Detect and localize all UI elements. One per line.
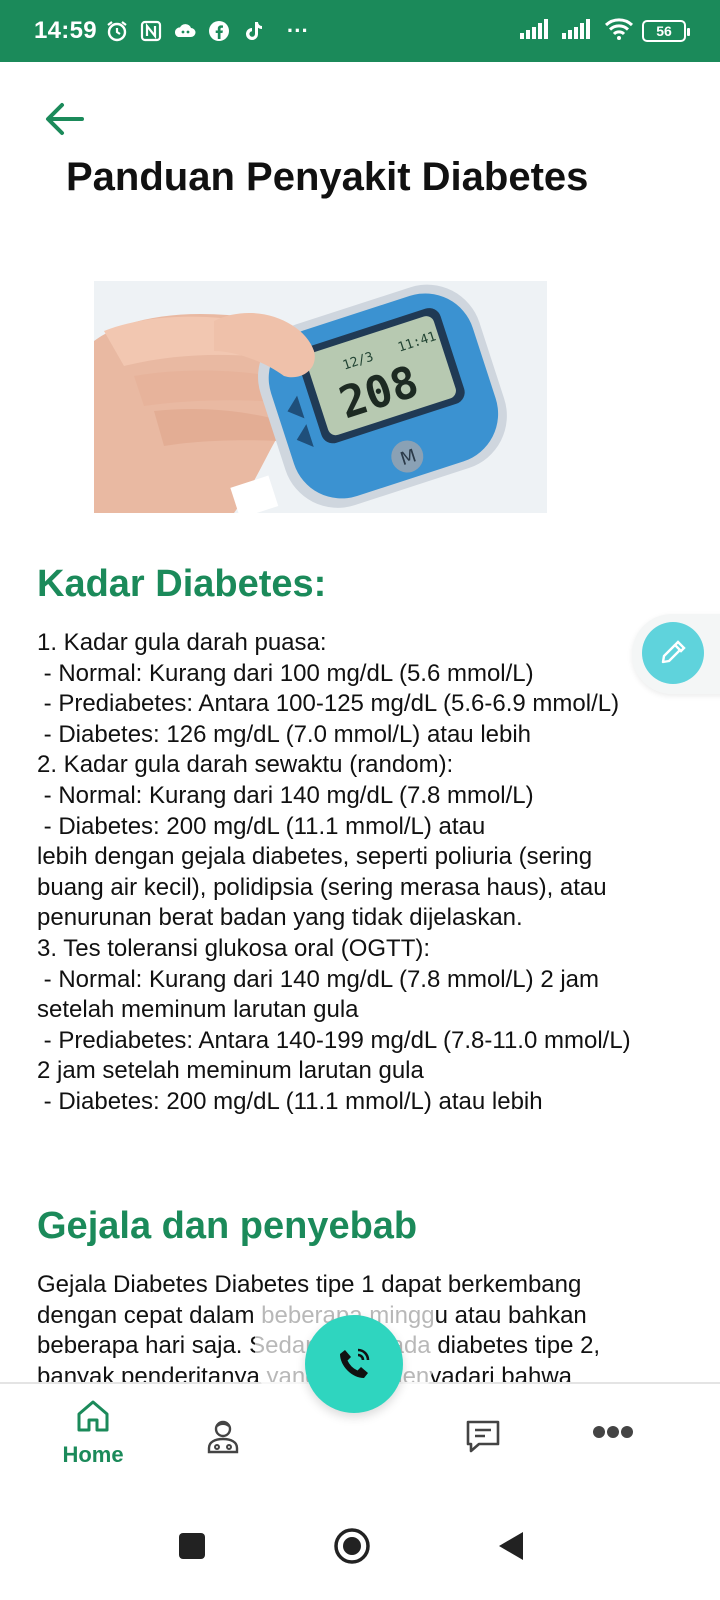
call-button[interactable] — [305, 1315, 403, 1413]
wifi-icon — [604, 17, 634, 46]
back-button[interactable] — [40, 95, 88, 143]
back-system-button[interactable] — [482, 1516, 542, 1576]
recent-apps-button[interactable] — [162, 1516, 222, 1576]
nav-more[interactable] — [553, 1424, 673, 1440]
signal-icon-2 — [562, 18, 596, 45]
more-icon — [593, 1426, 633, 1438]
nfc-icon — [139, 19, 163, 43]
chat-icon — [466, 1420, 500, 1453]
glucose-meter-image: 12/3 11:41 208 M — [94, 281, 547, 513]
more-dots-icon: ··· — [286, 18, 309, 43]
home-icon — [77, 1400, 109, 1432]
edit-button[interactable] — [642, 622, 704, 684]
nav-home[interactable]: Home — [33, 1396, 153, 1468]
square-icon — [179, 1533, 205, 1559]
nav-chat[interactable] — [423, 1416, 543, 1456]
status-notification-icons: ··· — [105, 18, 309, 44]
triangle-back-icon — [499, 1532, 523, 1560]
section-text-kadar: 1. Kadar gula darah puasa: - Normal: Kur… — [37, 629, 631, 1115]
tiktok-icon — [241, 19, 265, 43]
system-navigation-bar — [0, 1492, 720, 1600]
signal-icon — [520, 18, 554, 45]
status-time: 14:59 — [34, 17, 97, 44]
home-system-button[interactable] — [322, 1516, 382, 1576]
section-heading-gejala: Gejala dan penyebab — [37, 1205, 418, 1247]
facebook-icon — [207, 19, 231, 43]
battery-icon: 56 — [642, 20, 690, 42]
doctor-icon — [207, 1420, 239, 1454]
section-heading-kadar: Kadar Diabetes: — [37, 563, 327, 605]
eyedropper-icon — [661, 640, 686, 664]
phone-call-icon — [340, 1348, 370, 1378]
status-system-icons: 56 — [520, 17, 690, 46]
nav-home-label: Home — [62, 1442, 124, 1467]
circle-icon — [334, 1528, 370, 1564]
nav-doctor[interactable] — [163, 1416, 283, 1456]
alarm-icon — [105, 19, 129, 43]
cloud-game-icon — [173, 19, 197, 43]
arrow-left-icon — [46, 103, 84, 135]
edit-fab-container — [632, 614, 720, 694]
status-bar: 14:59 ··· 56 — [0, 0, 720, 62]
page-title: Panduan Penyakit Diabetes — [66, 155, 589, 199]
